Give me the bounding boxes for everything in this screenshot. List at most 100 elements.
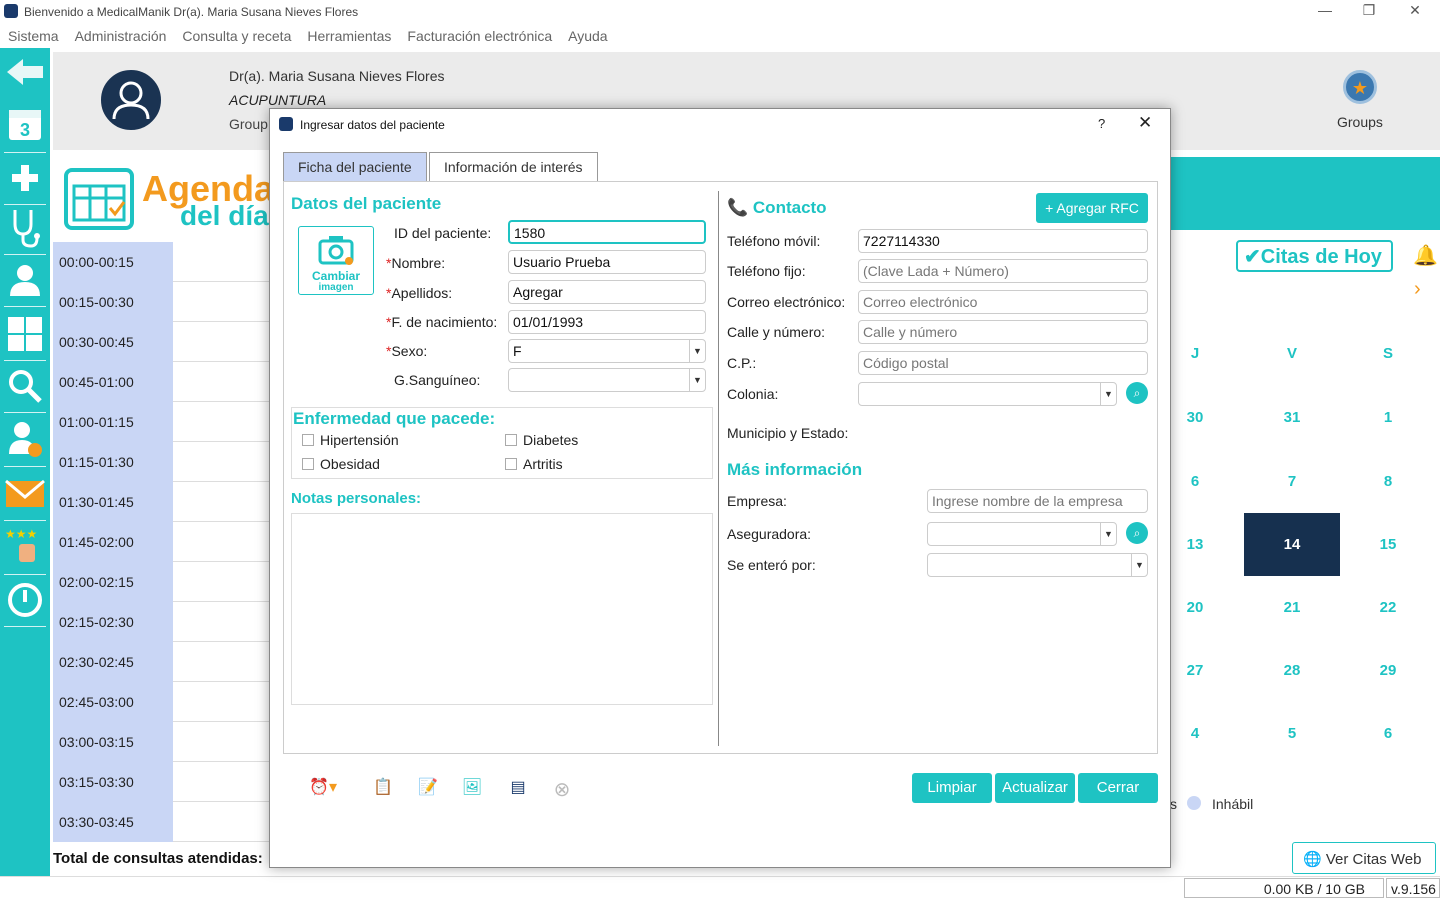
patient-dialog: Ingresar datos del paciente ? ✕ Ficha de…	[269, 108, 1171, 868]
search-insurer-icon[interactable]: ⌕	[1126, 522, 1148, 544]
doctor-name: Dr(a). Maria Susana Nieves Flores	[229, 68, 445, 84]
patient-id-field[interactable]: 1580	[508, 220, 706, 244]
plus-icon[interactable]	[5, 158, 45, 198]
groups-label[interactable]: Groups	[1337, 114, 1383, 130]
mobile-field[interactable]: 7227114330	[858, 229, 1148, 253]
assistant-notification-icon[interactable]	[5, 418, 45, 458]
calendar-day-today[interactable]: 14	[1244, 513, 1340, 576]
checkbox-diabetes[interactable]: Diabetes	[505, 432, 578, 448]
avatar	[101, 70, 161, 130]
alarm-calendar-icon[interactable]: ⏰▾	[303, 777, 343, 801]
calendar-icon[interactable]: 3	[5, 104, 45, 144]
close-dialog-button[interactable]: Cerrar	[1078, 773, 1158, 803]
stethoscope-icon[interactable]	[5, 208, 45, 248]
menu-ayuda[interactable]: Ayuda	[560, 24, 615, 48]
dialog-close-button[interactable]: ✕	[1138, 113, 1152, 133]
image-gallery-icon[interactable]: 🖼	[461, 777, 483, 801]
search-icon[interactable]	[5, 366, 45, 406]
clipboard-edit-icon[interactable]: 📝	[417, 777, 439, 801]
phone-field[interactable]: (Clave Lada + Número)	[858, 259, 1148, 283]
patient-icon[interactable]	[5, 260, 45, 300]
search-colonia-icon[interactable]: ⌕	[1126, 382, 1148, 404]
menu-consulta[interactable]: Consulta y receta	[174, 24, 299, 48]
clear-button[interactable]: Limpiar	[912, 773, 992, 803]
dob-label: *F. de nacimiento:	[386, 314, 498, 330]
update-button[interactable]: Actualizar	[995, 773, 1075, 803]
calendar-day[interactable]: 21	[1244, 599, 1340, 616]
calendar-day[interactable]: 29	[1340, 662, 1436, 679]
calendar-day[interactable]: 22	[1340, 599, 1436, 616]
power-icon[interactable]	[5, 580, 45, 620]
source-select[interactable]: ▼	[927, 553, 1148, 577]
calendar-day[interactable]: 28	[1244, 662, 1340, 679]
insurer-select[interactable]: ▼	[927, 522, 1117, 546]
source-label: Se enteró por:	[727, 557, 816, 573]
add-rfc-button[interactable]: + Agregar RFC	[1036, 193, 1148, 223]
menu-sistema[interactable]: Sistema	[0, 24, 67, 48]
calendar-day[interactable]: 6	[1340, 725, 1436, 742]
calendar-day[interactable]: 5	[1244, 725, 1340, 742]
rating-icon[interactable]: ★★★	[5, 526, 45, 566]
agenda-calendar-icon	[64, 168, 134, 230]
company-field[interactable]: Ingrese nombre de la empresa	[927, 489, 1148, 513]
change-photo-button[interactable]: Cambiar imagen	[298, 226, 374, 295]
company-label: Empresa:	[727, 493, 787, 509]
calendar-day[interactable]: 15	[1340, 536, 1436, 553]
menu-administracion[interactable]: Administración	[67, 24, 175, 48]
svg-text:★★★: ★★★	[5, 527, 37, 541]
checkbox-artritis[interactable]: Artritis	[505, 456, 563, 472]
notes-textarea[interactable]	[291, 513, 713, 705]
web-document-icon[interactable]: ▤	[507, 777, 529, 801]
tab-informacion-interes[interactable]: Información de interés	[429, 152, 598, 182]
next-month-icon[interactable]: ›	[1414, 278, 1421, 301]
blood-type-select[interactable]: ▼	[508, 368, 706, 392]
phone-label: Teléfono fijo:	[727, 263, 806, 279]
surname-label: *Apellidos:	[386, 285, 453, 301]
surname-field[interactable]: Agregar	[508, 280, 706, 304]
dialog-help-button[interactable]: ?	[1098, 116, 1105, 131]
window-titlebar: Bienvenido a MedicalManik Dr(a). Maria S…	[0, 0, 1440, 24]
blood-type-label: G.Sanguíneo:	[394, 372, 481, 388]
zip-field[interactable]: Código postal	[858, 351, 1148, 375]
street-field[interactable]: Calle y número	[858, 320, 1148, 344]
restore-button[interactable]: ❐	[1354, 2, 1384, 19]
menu-facturacion[interactable]: Facturación electrónica	[399, 24, 560, 48]
chevron-down-icon: ▼	[689, 340, 705, 362]
mobile-label: Teléfono móvil:	[727, 233, 821, 249]
app-version: v.9.156	[1386, 878, 1440, 898]
ver-citas-web-button[interactable]: 🌐 Ver Citas Web	[1292, 842, 1436, 874]
clipboard-heart-icon[interactable]: 📋	[372, 777, 394, 801]
calculator-icon[interactable]	[5, 314, 45, 354]
dob-field[interactable]: 01/01/1993	[508, 310, 706, 334]
citas-hoy-button[interactable]: ✔Citas de Hoy	[1236, 240, 1393, 272]
mail-icon[interactable]	[5, 474, 45, 514]
menu-herramientas[interactable]: Herramientas	[299, 24, 399, 48]
menu-bar: Sistema Administración Consulta y receta…	[0, 24, 1440, 48]
calendar-day[interactable]: 31	[1244, 409, 1340, 426]
close-window-button[interactable]: ✕	[1400, 2, 1430, 19]
sidebar: 3 ★★★	[0, 48, 50, 876]
calendar-header-band	[1170, 157, 1440, 230]
calendar-day[interactable]: 7	[1244, 473, 1340, 490]
colonia-select[interactable]: ▼	[858, 382, 1117, 406]
checkbox-hipertension[interactable]: Hipertensión	[302, 432, 399, 448]
sex-select[interactable]: F ▼	[508, 339, 706, 363]
email-label: Correo electrónico:	[727, 294, 846, 310]
bell-icon[interactable]: 🔔	[1413, 243, 1438, 268]
weekday-header: V	[1286, 345, 1297, 362]
checkbox-obesidad[interactable]: Obesidad	[302, 456, 380, 472]
phone-icon: 📞	[727, 198, 749, 217]
back-arrow-icon[interactable]	[5, 52, 45, 92]
tab-ficha-paciente[interactable]: Ficha del paciente	[283, 152, 427, 182]
email-field[interactable]: Correo electrónico	[858, 290, 1148, 314]
name-field[interactable]: Usuario Prueba	[508, 250, 706, 274]
calendar-day[interactable]: 8	[1340, 473, 1436, 490]
groups-icon[interactable]: ★	[1343, 70, 1377, 104]
section-notas: Notas personales:	[291, 490, 422, 507]
calendar-day[interactable]: 1	[1340, 409, 1436, 426]
minimize-button[interactable]: —	[1310, 2, 1340, 18]
delete-icon[interactable]: ⊗	[551, 777, 573, 801]
street-label: Calle y número:	[727, 324, 826, 340]
svg-text:★: ★	[1352, 78, 1368, 98]
total-consultations-label: Total de consultas atendidas:	[53, 850, 263, 867]
